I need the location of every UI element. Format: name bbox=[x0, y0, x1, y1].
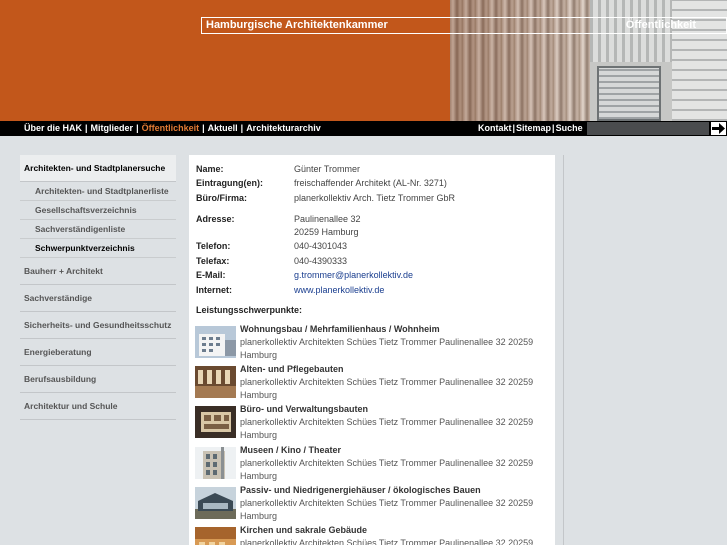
sidebar-sub-schwerpunktverzeichnis[interactable]: Schwerpunktverzeichnis bbox=[20, 239, 176, 258]
nav-left-group: Über die HAK | Mitglieder | Öffentlichkeit | A… bbox=[24, 123, 321, 133]
service-title[interactable]: Wohnungsbau / Mehrfamilienhaus / Wohnhei… bbox=[240, 324, 440, 334]
field-label: Telefax: bbox=[196, 256, 230, 266]
sidebar-item-architektensuche[interactable]: Architekten- und Stadtplanersuche bbox=[20, 155, 176, 182]
sidebar-item-bauherr-architekt[interactable]: Bauherr + Architekt bbox=[20, 258, 176, 285]
nav-item-oeffentlichkeit[interactable]: Öffentlichkeit bbox=[142, 123, 200, 133]
nav-separator: | bbox=[240, 123, 244, 133]
sidebar-item-energieberatung[interactable]: Energieberatung bbox=[20, 339, 176, 366]
service-title[interactable]: Museen / Kino / Theater bbox=[240, 445, 341, 455]
field-label: Büro/Firma: bbox=[196, 193, 248, 203]
project-thumbnail-image bbox=[195, 527, 236, 545]
service-title[interactable]: Alten- und Pflegebauten bbox=[240, 364, 344, 374]
sidebar-item-sicherheit[interactable]: Sicherheits- und Gesundheitsschutz bbox=[20, 312, 176, 339]
sidebar-sub-architektenliste[interactable]: Architekten- und Stadtplanerliste bbox=[20, 182, 176, 201]
nav-item-suche[interactable]: Suche bbox=[556, 123, 583, 133]
nav-item-kontakt[interactable]: Kontakt bbox=[478, 123, 512, 133]
header-title-bar: Hamburgische Architektenkammer Öffentlic… bbox=[201, 17, 727, 34]
nav-item-ueber-die-hak[interactable]: Über die HAK bbox=[24, 123, 82, 133]
profile-address-line1: Paulinenallee 32 bbox=[294, 214, 361, 224]
content-divider bbox=[563, 155, 564, 545]
service-title[interactable]: Kirchen und sakrale Gebäude bbox=[240, 525, 367, 535]
profile-firm: planerkollektiv Arch. Tietz Trommer GbR bbox=[294, 193, 456, 203]
nav-separator: | bbox=[136, 123, 139, 133]
nav-right-group: Kontakt|Sitemap|Suche bbox=[478, 123, 583, 133]
field-label: E-Mail: bbox=[196, 270, 226, 280]
profile-fax: 040-4390333 bbox=[294, 256, 348, 266]
email-link[interactable]: g.trommer@planerkollektiv.de bbox=[294, 270, 413, 280]
search-submit-button[interactable] bbox=[711, 122, 726, 135]
nav-separator: | bbox=[202, 123, 205, 133]
nav-separator: | bbox=[85, 123, 88, 133]
project-thumbnail-image bbox=[195, 326, 236, 358]
section-title: Öffentlichkeit bbox=[625, 19, 696, 31]
field-label: Telefon: bbox=[196, 241, 231, 251]
service-description: planerkollektiv Architekten Schües Tietz… bbox=[240, 417, 534, 440]
sidebar: Architekten- und Stadtplanersuche Archit… bbox=[20, 155, 176, 420]
field-label: Eintragung(en): bbox=[196, 178, 263, 188]
nav-item-aktuell[interactable]: Aktuell bbox=[208, 123, 238, 133]
search-input[interactable] bbox=[587, 122, 709, 135]
field-label: Name: bbox=[196, 164, 224, 174]
project-thumbnail-image bbox=[195, 406, 236, 438]
sidebar-item-berufsausbildung[interactable]: Berufsausbildung bbox=[20, 366, 176, 393]
service-description: planerkollektiv Architekten Schües Tietz… bbox=[240, 337, 534, 360]
field-label: Adresse: bbox=[196, 214, 235, 224]
project-thumbnail-image bbox=[195, 487, 236, 519]
services-heading: Leistungsschwerpunkte: bbox=[196, 305, 303, 315]
profile-address-line2: 20259 Hamburg bbox=[294, 227, 359, 237]
sidebar-sub-sachverstaendigenliste[interactable]: Sachverständigenliste bbox=[20, 220, 176, 239]
nav-item-sitemap[interactable]: Sitemap bbox=[516, 123, 551, 133]
site-title[interactable]: Hamburgische Architektenkammer bbox=[206, 19, 388, 31]
project-thumbnail-image bbox=[195, 366, 236, 398]
profile-name: Günter Trommer bbox=[294, 164, 361, 174]
nav-item-architekturarchiv[interactable]: Architekturarchiv bbox=[246, 123, 321, 133]
field-label: Internet: bbox=[196, 285, 232, 295]
site-header: Hamburgische Architektenkammer Öffentlic… bbox=[0, 0, 727, 121]
service-description: planerkollektiv Architekten Schües Tietz… bbox=[240, 498, 534, 521]
website-link[interactable]: www.planerkollektiv.de bbox=[294, 285, 384, 295]
profile-phone: 040-4301043 bbox=[294, 241, 348, 251]
arrow-right-icon bbox=[712, 123, 725, 134]
sidebar-item-sachverstaendige[interactable]: Sachverständige bbox=[20, 285, 176, 312]
service-description: planerkollektiv Architekten Schües Tietz… bbox=[240, 458, 534, 481]
nav-item-mitglieder[interactable]: Mitglieder bbox=[91, 123, 134, 133]
service-description: planerkollektiv Architekten Schües Tietz… bbox=[240, 377, 534, 400]
project-thumbnail-image bbox=[195, 447, 236, 479]
service-title[interactable]: Büro- und Verwaltungsbauten bbox=[240, 404, 368, 414]
service-title[interactable]: Passiv- und Niedrigenergiehäuser / ökolo… bbox=[240, 485, 481, 495]
sidebar-sub-gesellschaftsverzeichnis[interactable]: Gesellschaftsverzeichnis bbox=[20, 201, 176, 220]
profile-entry: freischaffender Architekt (AL-Nr. 3271) bbox=[294, 178, 447, 188]
service-description: planerkollektiv Architekten Schües Tietz… bbox=[240, 538, 534, 545]
sidebar-item-architektur-schule[interactable]: Architektur und Schule bbox=[20, 393, 176, 420]
main-content: Name: Günter Trommer Eintragung(en): fre… bbox=[189, 155, 555, 545]
